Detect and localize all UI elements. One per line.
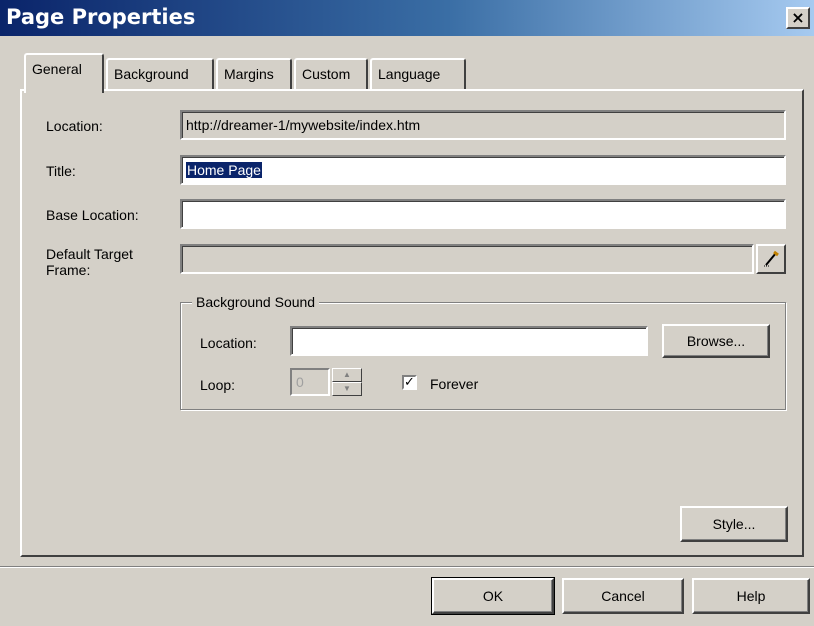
tab-background[interactable]: Background <box>106 58 214 90</box>
close-button[interactable]: × <box>786 7 810 29</box>
tab-margins-label: Margins <box>224 66 274 82</box>
tab-language-label: Language <box>378 66 441 82</box>
browse-label: Browse... <box>686 333 746 349</box>
edit-target-button[interactable] <box>756 244 786 274</box>
tab-language[interactable]: Language <box>370 58 466 90</box>
style-label: Style... <box>712 516 756 532</box>
checkmark-icon: ✓ <box>404 375 415 390</box>
tab-general[interactable]: General <box>24 53 104 95</box>
tab-custom[interactable]: Custom <box>294 58 368 90</box>
ok-label: OK <box>482 588 504 604</box>
browse-button[interactable]: Browse... <box>662 324 770 358</box>
help-button[interactable]: Help <box>692 578 810 614</box>
base-location-input[interactable] <box>180 199 786 229</box>
title-input[interactable]: Home Page <box>180 155 786 185</box>
tab-background-label: Background <box>114 66 189 82</box>
cancel-label: Cancel <box>601 588 645 604</box>
ok-button[interactable]: OK <box>431 577 555 615</box>
help-label: Help <box>736 588 766 604</box>
window-title: Page Properties <box>6 5 196 29</box>
tab-custom-label: Custom <box>302 66 351 82</box>
pencil-icon <box>764 250 779 267</box>
title-bar[interactable]: Page Properties × <box>0 0 814 36</box>
style-button[interactable]: Style... <box>680 506 788 542</box>
sound-location-input[interactable] <box>290 326 648 356</box>
close-icon: × <box>791 8 805 27</box>
forever-checkbox[interactable]: ✓ <box>402 375 417 390</box>
tab-general-label: General <box>32 61 82 77</box>
tab-margins[interactable]: Margins <box>216 58 292 90</box>
title-value: Home Page <box>186 162 262 178</box>
cancel-button[interactable]: Cancel <box>562 578 684 614</box>
footer-divider <box>0 566 814 568</box>
